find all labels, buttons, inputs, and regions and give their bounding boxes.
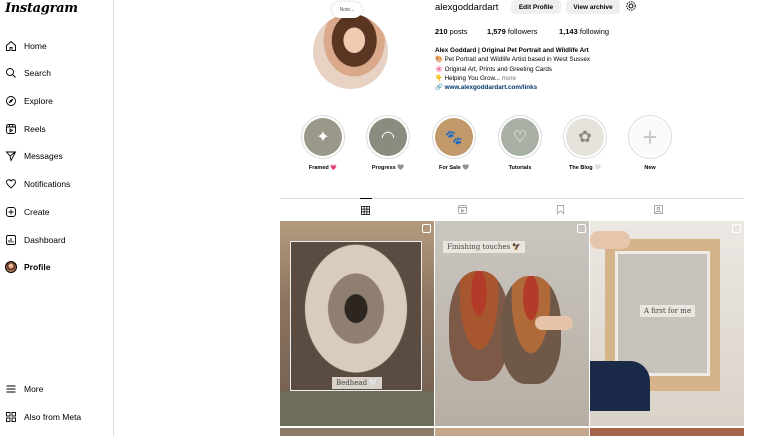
highlight-tutorials[interactable]: ♡ Tutorials — [497, 115, 543, 171]
bio-line: 🌸 Original Art, Prints and Greeting Card… — [435, 65, 553, 73]
multi-image-icon — [732, 224, 741, 233]
chicken-painting — [449, 271, 509, 381]
post-thumbnail[interactable] — [280, 428, 434, 436]
post-caption: A first for me — [640, 305, 696, 317]
highlight-label: Progress 🩶 — [371, 165, 405, 171]
tabs-divider — [280, 198, 744, 199]
link-icon: 🔗 — [435, 84, 445, 92]
sidebar-item-notifications[interactable]: Notifications — [4, 175, 70, 193]
sidebar-item-label: Create — [24, 207, 50, 217]
rainbow-icon: ◠ — [369, 118, 407, 156]
tab-reels[interactable] — [457, 202, 469, 214]
profile-picture[interactable] — [313, 14, 388, 89]
sidebar-item-label: Explore — [24, 96, 53, 106]
tagged-icon — [654, 205, 663, 214]
paw-icon: 🐾 — [435, 118, 473, 156]
highlight-new[interactable]: + New — [627, 115, 673, 171]
gear-icon[interactable] — [625, 0, 637, 12]
highlight-label: For Sale 🩶 — [438, 165, 470, 171]
post-caption: Finishing touches 🦅 — [443, 241, 526, 253]
dashboard-icon — [4, 234, 17, 247]
grid-icon — [361, 206, 370, 215]
edit-profile-button[interactable]: Edit Profile — [511, 0, 561, 14]
sidebar-item-label: Notifications — [24, 179, 71, 189]
sidebar-item-more[interactable]: More — [4, 380, 43, 398]
dog-painting — [290, 241, 422, 391]
sidebar-item-reels[interactable]: Reels — [4, 120, 46, 138]
highlight-label: Tutorials — [508, 165, 532, 171]
bio-line: 🎨 Pet Portrait and Wildlife Artist based… — [435, 56, 591, 64]
highlight-label: The Blog 🤍 — [569, 165, 601, 171]
sidebar-item-label: More — [24, 384, 44, 394]
sidebar-item-label: Profile — [24, 262, 51, 272]
sidebar-item-also-from-meta[interactable]: Also from Meta — [4, 408, 81, 426]
sidebar-item-dashboard[interactable]: Dashboard — [4, 231, 66, 249]
bio-line: 👇 Helping You Grow... — [435, 74, 500, 82]
menu-icon — [4, 383, 17, 396]
multi-image-icon — [422, 224, 431, 233]
reels-icon — [458, 205, 467, 214]
note-bubble[interactable]: Note... — [332, 2, 362, 18]
heart-icon — [4, 178, 17, 191]
sidebar-item-label: Dashboard — [24, 235, 66, 245]
highlight-progress[interactable]: ◠ Progress 🩶 — [365, 115, 411, 171]
home-icon — [4, 40, 17, 53]
multi-image-icon — [577, 224, 586, 233]
sidebar-item-search[interactable]: Search — [4, 64, 51, 82]
hand — [590, 231, 630, 249]
sidebar-item-create[interactable]: Create — [4, 203, 50, 221]
highlight-framed[interactable]: ✦ Framed 💗 — [300, 115, 346, 171]
bio-name: Alex Goddard | Original Pet Portrait and… — [435, 47, 589, 54]
sidebar-item-explore[interactable]: Explore — [4, 92, 53, 110]
username: alexgoddardart — [435, 2, 499, 13]
plus-icon: + — [631, 118, 669, 156]
highlight-label: Framed 💗 — [308, 165, 338, 171]
post-caption: Bedhead 🤍 — [332, 377, 383, 389]
sidebar-item-profile[interactable]: Profile — [4, 258, 50, 276]
posts-count: 210 posts — [435, 27, 468, 36]
tab-tagged[interactable] — [653, 202, 665, 214]
post-thumbnail[interactable] — [590, 428, 744, 436]
flower-icon: ✿ — [566, 118, 604, 156]
note-text: Note... — [339, 7, 355, 13]
heart-icon: ♡ — [501, 118, 539, 156]
bio-link[interactable]: 🔗 www.alexgoddardart.com/links — [435, 83, 590, 92]
sidebar-item-label: Search — [24, 68, 51, 78]
sparkle-icon: ✦ — [304, 118, 342, 156]
sidebar-item-messages[interactable]: Messages — [4, 147, 63, 165]
meta-icon — [4, 411, 17, 424]
sidebar-item-label: Reels — [24, 124, 46, 134]
bio: Alex Goddard | Original Pet Portrait and… — [435, 46, 590, 92]
chicken-painting — [501, 276, 561, 384]
followers-count[interactable]: 1,579 followers — [487, 27, 537, 36]
avatar — [4, 261, 17, 273]
highlight-the-blog[interactable]: ✿ The Blog 🤍 — [562, 115, 608, 171]
more-link[interactable]: more — [502, 75, 516, 82]
painting-hand — [535, 316, 573, 330]
following-count[interactable]: 1,143 following — [559, 27, 609, 36]
tab-saved[interactable] — [555, 202, 567, 215]
post-thumbnail[interactable] — [435, 428, 589, 436]
explore-icon — [4, 95, 17, 108]
reels-icon — [4, 123, 17, 136]
sidebar-item-label: Also from Meta — [24, 412, 82, 422]
sidebar-item-label: Messages — [24, 151, 63, 161]
sleeve — [590, 361, 650, 411]
post-thumbnail[interactable]: A first for me — [590, 221, 744, 426]
highlight-for-sale[interactable]: 🐾 For Sale 🩶 — [431, 115, 477, 171]
instagram-logo[interactable]: Instagram — [5, 1, 78, 16]
plus-icon — [4, 206, 17, 219]
highlight-label: New — [644, 165, 656, 171]
search-icon — [4, 67, 17, 80]
sidebar: Instagram Home Search Explore Reels Mess… — [0, 0, 114, 436]
sidebar-item-label: Home — [24, 41, 47, 51]
post-thumbnail[interactable]: Bedhead 🤍 — [280, 221, 434, 426]
post-thumbnail[interactable]: Finishing touches 🦅 — [435, 221, 589, 426]
tab-posts[interactable] — [360, 198, 372, 215]
messages-icon — [4, 150, 17, 163]
bookmark-icon — [556, 205, 565, 215]
easel-base — [280, 391, 434, 426]
sidebar-item-home[interactable]: Home — [4, 37, 47, 55]
view-archive-button[interactable]: View archive — [566, 0, 620, 14]
